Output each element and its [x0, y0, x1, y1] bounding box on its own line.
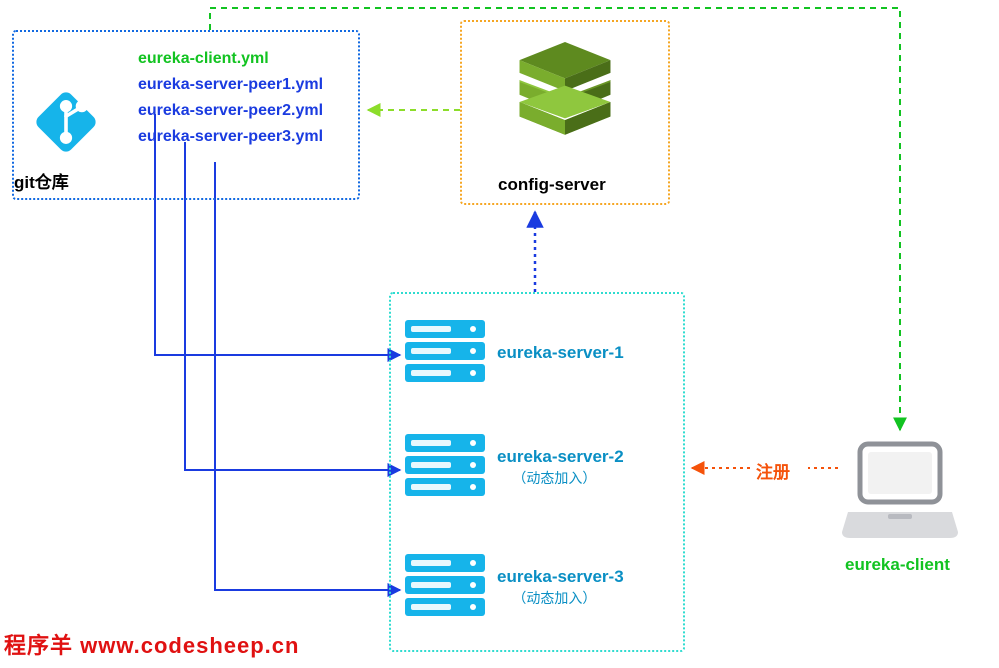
- server-row: eureka-server-1: [405, 320, 624, 386]
- git-file-list: eureka-client.yml eureka-server-peer1.ym…: [138, 46, 323, 150]
- git-file: eureka-server-peer3.yml: [138, 124, 323, 150]
- laptop-icon: [840, 438, 960, 548]
- git-file: eureka-client.yml: [138, 46, 323, 72]
- server-icon: [405, 434, 485, 500]
- server-label: eureka-server-3: [497, 566, 624, 587]
- server-row: eureka-server-3 （动态加入）: [405, 554, 624, 620]
- server-row: eureka-server-2 （动态加入）: [405, 434, 624, 500]
- server-icon: [405, 320, 485, 386]
- watermark: 程序羊 www.codesheep.cn: [4, 628, 299, 660]
- eureka-client-label: eureka-client: [845, 555, 950, 575]
- git-icon: [30, 86, 102, 158]
- server-label: eureka-server-1: [497, 342, 624, 363]
- server-sub: （动态加入）: [485, 468, 624, 488]
- git-file: eureka-server-peer2.yml: [138, 98, 323, 124]
- git-file: eureka-server-peer1.yml: [138, 72, 323, 98]
- server-sub: （动态加入）: [485, 588, 624, 608]
- config-server-icon: [510, 42, 620, 142]
- git-repo-label: git仓库: [14, 168, 69, 193]
- config-server-label: config-server: [498, 175, 606, 195]
- server-icon: [405, 554, 485, 620]
- server-label: eureka-server-2: [497, 446, 624, 467]
- register-label: 注册: [756, 458, 790, 483]
